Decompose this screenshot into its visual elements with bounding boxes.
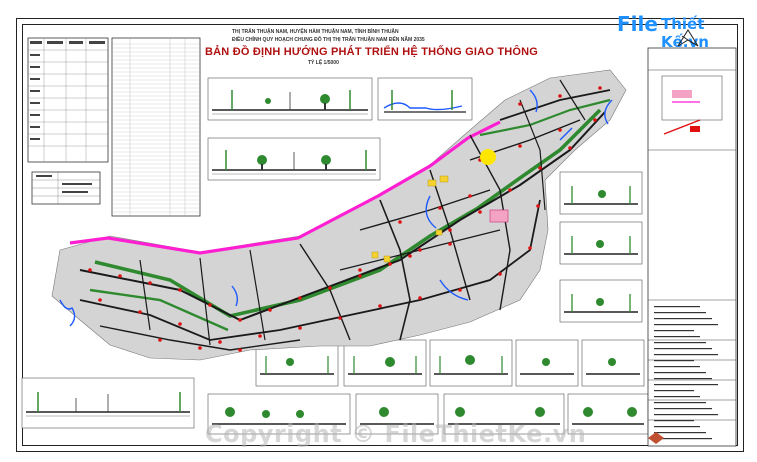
pink-landmark [489,209,509,223]
road-node-marker [448,242,452,246]
drawing-sheet: THỊ TRẤN THUẬN NAM, HUYỆN HÀM THUẬN NAM,… [0,0,757,462]
cross-section-right-2 [559,221,643,265]
road-node-marker [158,338,162,342]
road-node-marker [558,94,562,98]
cross-section-mid [207,137,381,181]
road-node-marker [98,298,102,302]
road-node-marker [178,322,182,326]
road-node-marker [438,206,442,210]
watermark: Copyright © FileThietKe.vn [205,420,587,448]
road-node-marker [178,288,182,292]
road-node-marker [298,326,302,330]
road-node-marker [538,166,542,170]
road-node-marker [358,274,362,278]
road-node-marker [208,303,212,307]
road-node-marker [593,118,597,122]
road-node-marker [418,248,422,252]
road-node-marker [408,254,412,258]
road-node-marker [418,296,422,300]
road-node-marker [118,274,122,278]
compass-north-icon [677,29,699,47]
map-drawing [21,29,737,447]
road-node-marker [328,286,332,290]
road-node-marker [518,144,522,148]
cross-section-right-3 [559,279,643,323]
central-plaza-marker [480,149,496,165]
road-node-marker [536,204,540,208]
road-node-marker [398,220,402,224]
summary-table [31,171,101,205]
land-use-table [111,37,201,217]
road-node-marker [598,86,602,90]
road-node-marker [468,194,472,198]
cross-section-top-2 [377,77,473,121]
road-node-marker [258,334,262,338]
road-node-marker [388,262,392,266]
cross-section-bottom-row [255,339,645,387]
cross-section-right-1 [559,171,643,215]
road-node-marker [478,210,482,214]
road-node-marker [338,316,342,320]
road-node-marker [558,128,562,132]
road-node-marker [298,296,302,300]
road-node-marker [358,268,362,272]
road-node-marker [508,188,512,192]
road-node-marker [458,288,462,292]
road-node-marker [568,146,572,150]
road-node-marker [238,348,242,352]
road-node-marker [148,281,152,285]
road-node-marker [378,304,382,308]
road-node-marker [138,310,142,314]
road-node-marker [448,228,452,232]
road-stats-table [27,37,109,163]
road-node-marker [518,102,522,106]
road-node-marker [498,272,502,276]
road-node-marker [218,340,222,344]
cross-section-top-1 [207,77,373,121]
road-node-marker [528,246,532,250]
legend-panel-art [647,47,737,447]
road-node-marker [198,346,202,350]
cross-section-bottom-left [21,377,195,429]
road-node-marker [88,268,92,272]
road-node-marker [268,308,272,312]
road-node-marker [238,318,242,322]
